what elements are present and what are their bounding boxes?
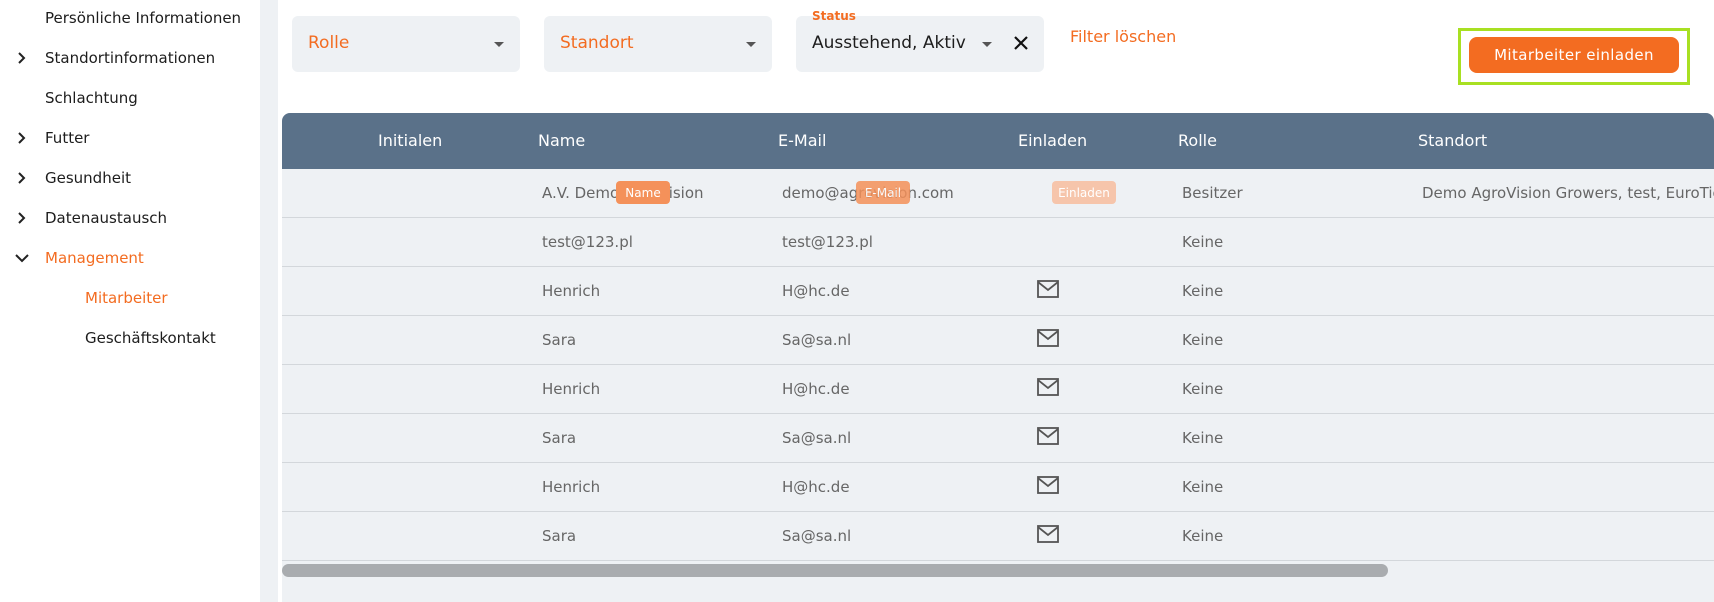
sidebar-item-label: Standortinformationen — [45, 49, 216, 67]
cell-email: Sa@sa.nl — [782, 331, 852, 349]
column-header-einladen[interactable]: Einladen — [1018, 131, 1087, 150]
cell-email: Sa@sa.nl — [782, 527, 852, 545]
table-header: Initialen Name E-Mail Einladen Rolle Sta… — [282, 113, 1714, 169]
cell-name: test@123.pl — [542, 233, 633, 251]
mail-icon[interactable] — [1037, 525, 1059, 543]
cell-name: Sara — [542, 331, 577, 349]
table-row[interactable]: Henrich H@hc.de Keine — [282, 365, 1714, 414]
close-icon[interactable] — [1010, 32, 1032, 54]
cell-email: H@hc.de — [782, 380, 850, 398]
cell-email: test@123.pl — [782, 233, 873, 251]
status-value: Ausstehend, Aktiv — [812, 33, 966, 53]
chevron-right-icon[interactable] — [14, 130, 30, 146]
cell-name: Henrich — [542, 380, 601, 398]
caret-down-icon — [982, 42, 992, 47]
column-header-standort[interactable]: Standort — [1418, 131, 1487, 150]
sidebar: Persönliche Informationen Standortinform… — [0, 0, 260, 602]
caret-down-icon — [746, 42, 756, 47]
sidebar-item-label: Geschäftskontakt — [85, 329, 216, 347]
sidebar-item-label: Futter — [45, 129, 90, 147]
cell-rolle: Keine — [1182, 478, 1224, 496]
table-row[interactable]: test@123.pl test@123.pl Keine — [282, 218, 1714, 267]
cell-name: Henrich — [542, 282, 601, 300]
standort-placeholder: Standort — [560, 33, 634, 53]
table-row[interactable]: Sara Sa@sa.nl Keine — [282, 512, 1714, 561]
cell-email: H@hc.de — [782, 282, 850, 300]
table-row[interactable]: Sara Sa@sa.nl Keine — [282, 316, 1714, 365]
scrollbar-thumb[interactable] — [282, 564, 1388, 577]
sidebar-item-label: Mitarbeiter — [85, 289, 168, 307]
caret-down-icon — [494, 42, 504, 47]
clear-filters-link[interactable]: Filter löschen — [1070, 27, 1176, 46]
cell-rolle: Keine — [1182, 429, 1224, 447]
cell-rolle: Keine — [1182, 380, 1224, 398]
chevron-down-icon[interactable] — [14, 250, 30, 266]
mail-icon[interactable] — [1037, 476, 1059, 494]
sidebar-item-label: Persönliche Informationen — [45, 9, 242, 27]
sidebar-item-label: Management — [45, 249, 144, 267]
cell-name: Henrich — [542, 478, 601, 496]
employees-table: Initialen Name E-Mail Einladen Rolle Sta… — [282, 113, 1714, 602]
column-header-name[interactable]: Name — [538, 131, 585, 150]
invite-button-highlight: Mitarbeiter einladen — [1458, 28, 1690, 85]
column-drag-tag-name: Name — [616, 181, 670, 204]
main-content: Rolle Standort Status Ausstehend, Aktiv … — [278, 0, 1714, 602]
sidebar-divider — [260, 0, 278, 602]
mail-icon[interactable] — [1037, 427, 1059, 445]
cell-rolle: Keine — [1182, 331, 1224, 349]
column-header-email[interactable]: E-Mail — [778, 131, 826, 150]
cell-email: Sa@sa.nl — [782, 429, 852, 447]
table-row[interactable]: A.V. Demo AgroVision demo@agrovision.com… — [282, 169, 1714, 218]
cell-rolle: Keine — [1182, 527, 1224, 545]
column-header-rolle[interactable]: Rolle — [1178, 131, 1217, 150]
chevron-right-icon[interactable] — [14, 50, 30, 66]
cell-rolle: Besitzer — [1182, 184, 1243, 202]
column-header-initialen[interactable]: Initialen — [378, 131, 442, 150]
status-select[interactable]: Status Ausstehend, Aktiv — [796, 9, 1044, 72]
cell-email: H@hc.de — [782, 478, 850, 496]
table-row[interactable]: Henrich H@hc.de Keine — [282, 267, 1714, 316]
status-label: Status — [812, 9, 856, 23]
sidebar-item-label: Schlachtung — [45, 89, 138, 107]
invite-employee-button[interactable]: Mitarbeiter einladen — [1469, 37, 1679, 73]
cell-name: Sara — [542, 527, 577, 545]
sidebar-item-label: Gesundheit — [45, 169, 131, 187]
chevron-right-icon[interactable] — [14, 210, 30, 226]
column-drag-tag-einladen: Einladen — [1052, 181, 1116, 204]
table-row[interactable]: Henrich H@hc.de Keine — [282, 463, 1714, 512]
chevron-right-icon[interactable] — [14, 170, 30, 186]
sidebar-item-label: Datenaustausch — [45, 209, 168, 227]
mail-icon[interactable] — [1037, 329, 1059, 347]
cell-rolle: Keine — [1182, 233, 1224, 251]
cell-name: Sara — [542, 429, 577, 447]
column-drag-tag-email: E-Mail — [856, 181, 910, 204]
mail-icon[interactable] — [1037, 280, 1059, 298]
rolle-select[interactable]: Rolle — [292, 16, 520, 72]
cell-rolle: Keine — [1182, 282, 1224, 300]
table-row[interactable]: Sara Sa@sa.nl Keine — [282, 414, 1714, 463]
horizontal-scrollbar[interactable] — [282, 560, 1714, 578]
standort-select[interactable]: Standort — [544, 16, 772, 72]
rolle-placeholder: Rolle — [308, 33, 350, 53]
mail-icon[interactable] — [1037, 378, 1059, 396]
cell-standort: Demo AgroVision Growers, test, EuroTier2 — [1422, 184, 1714, 202]
